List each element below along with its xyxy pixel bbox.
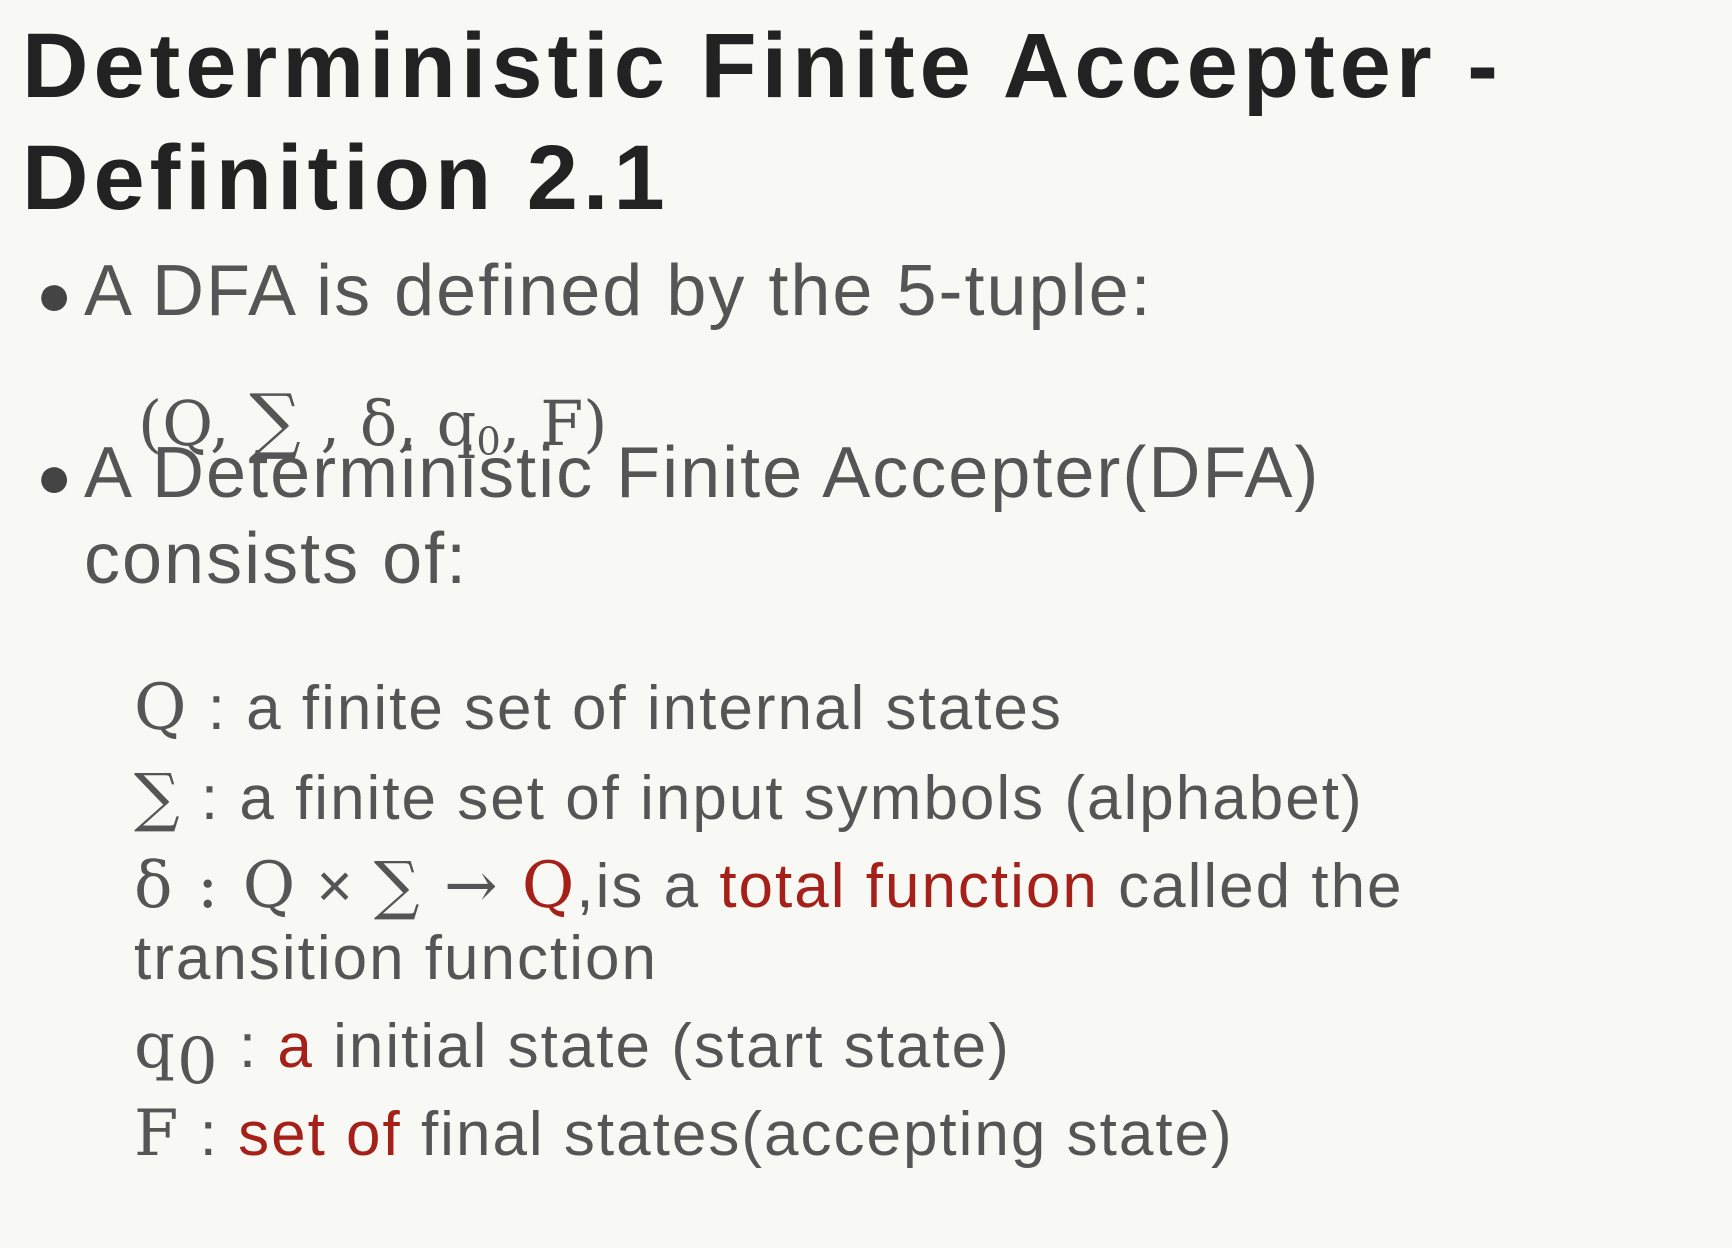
definition-text-b: called the bbox=[1098, 852, 1404, 921]
definition-text-a: : bbox=[180, 1100, 239, 1169]
definition-text: : a finite set of internal states bbox=[188, 674, 1063, 743]
definition-text-line2: transition function bbox=[134, 924, 658, 993]
definition-text: : a finite set of input symbols (alphabe… bbox=[181, 764, 1364, 833]
highlight-set-of: set of bbox=[238, 1100, 402, 1169]
bullet-dfa-tuple: ● A DFA is defined by the 5-tuple: bbox=[36, 250, 1696, 336]
definition-f: F : set of final states(accepting state) bbox=[134, 1098, 1714, 1171]
definition-sigma: ∑ : a finite set of input symbols (alpha… bbox=[134, 762, 1714, 835]
subscript-zero: 0 bbox=[176, 1025, 220, 1099]
definition-q: Q : a finite set of internal states bbox=[134, 672, 1714, 745]
q-symbol: Q bbox=[242, 849, 298, 923]
f-symbol: F bbox=[134, 1097, 181, 1171]
q-symbol: q bbox=[134, 1009, 177, 1083]
delta-symbol: δ : bbox=[134, 849, 243, 923]
highlight-a: a bbox=[277, 1012, 314, 1081]
definition-q0: q0 : a initial state (start state) bbox=[134, 1010, 1714, 1098]
arrow-icon: → bbox=[421, 849, 522, 923]
q-symbol: Q bbox=[134, 671, 189, 745]
definition-text-b: final states(accepting state) bbox=[401, 1100, 1234, 1169]
q-codomain-symbol: Q bbox=[521, 849, 577, 923]
sigma-symbol: ∑ bbox=[134, 761, 182, 835]
bullet-dot-icon: ● bbox=[36, 261, 75, 328]
bullet-text: A DFA is defined by the 5-tuple: bbox=[84, 251, 1153, 331]
times-sign: × bbox=[297, 852, 374, 921]
definition-text-a: ,is a bbox=[576, 852, 720, 921]
definition-text-a: : bbox=[219, 1012, 278, 1081]
highlight-total-function: total function bbox=[719, 852, 1099, 921]
definition-delta: δ : Q × ∑ → Q,is a total function called… bbox=[134, 850, 1714, 995]
definition-text-b: initial state (start state) bbox=[313, 1012, 1011, 1081]
bullet-dfa-consists: ● A Deterministic Finite Accepter(DFA) co… bbox=[36, 432, 1696, 600]
bullet-text-line1: A Deterministic Finite Accepter(DFA) bbox=[84, 433, 1321, 513]
bullet-text-line2: consists of: bbox=[84, 519, 469, 599]
sigma-symbol: ∑ bbox=[373, 849, 422, 923]
slide-title: Deterministic Finite Accepter - Definiti… bbox=[22, 15, 1503, 229]
bullet-dot-icon: ● bbox=[36, 443, 75, 510]
